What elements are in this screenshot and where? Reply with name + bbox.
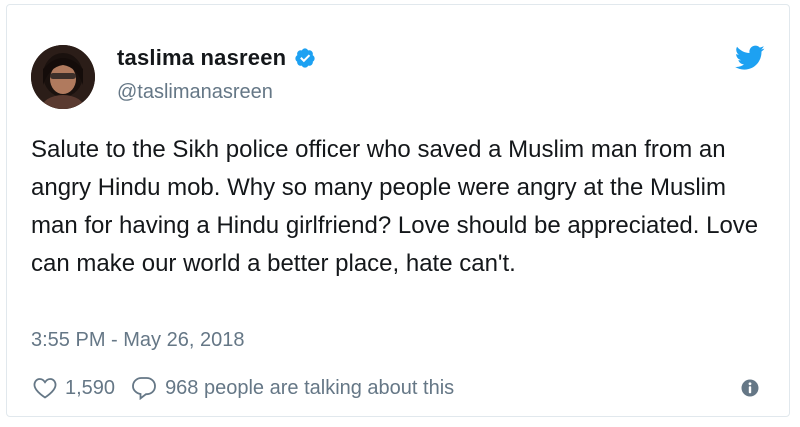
verified-badge-icon [295, 48, 315, 68]
tweet-timestamp[interactable]: 3:55 PM - May 26, 2018 [31, 329, 244, 352]
heart-icon [33, 378, 57, 399]
name-row: taslima nasreen [117, 45, 316, 71]
display-name[interactable]: taslima nasreen [117, 45, 286, 71]
like-count: 1,590 [65, 376, 116, 399]
divider [31, 365, 765, 366]
tweet-text: Salute to the Sikh police officer who sa… [31, 136, 759, 277]
twitter-bird-icon[interactable] [735, 45, 765, 71]
avatar[interactable] [31, 45, 95, 109]
reply-button[interactable]: 968 people are talking about this [131, 376, 454, 400]
talking-about-text: 968 people are talking about this [165, 376, 455, 399]
speech-bubble-icon [132, 377, 156, 400]
tweet-actions: 1,590 968 people are talking about this [33, 376, 454, 400]
avatar-image [31, 45, 95, 109]
info-icon[interactable] [741, 379, 759, 397]
like-button[interactable]: 1,590 [33, 377, 115, 400]
user-handle[interactable]: @taslimanasreen [117, 81, 273, 104]
tweet-card: taslima nasreen @taslimanasreen Salute t… [6, 4, 790, 417]
